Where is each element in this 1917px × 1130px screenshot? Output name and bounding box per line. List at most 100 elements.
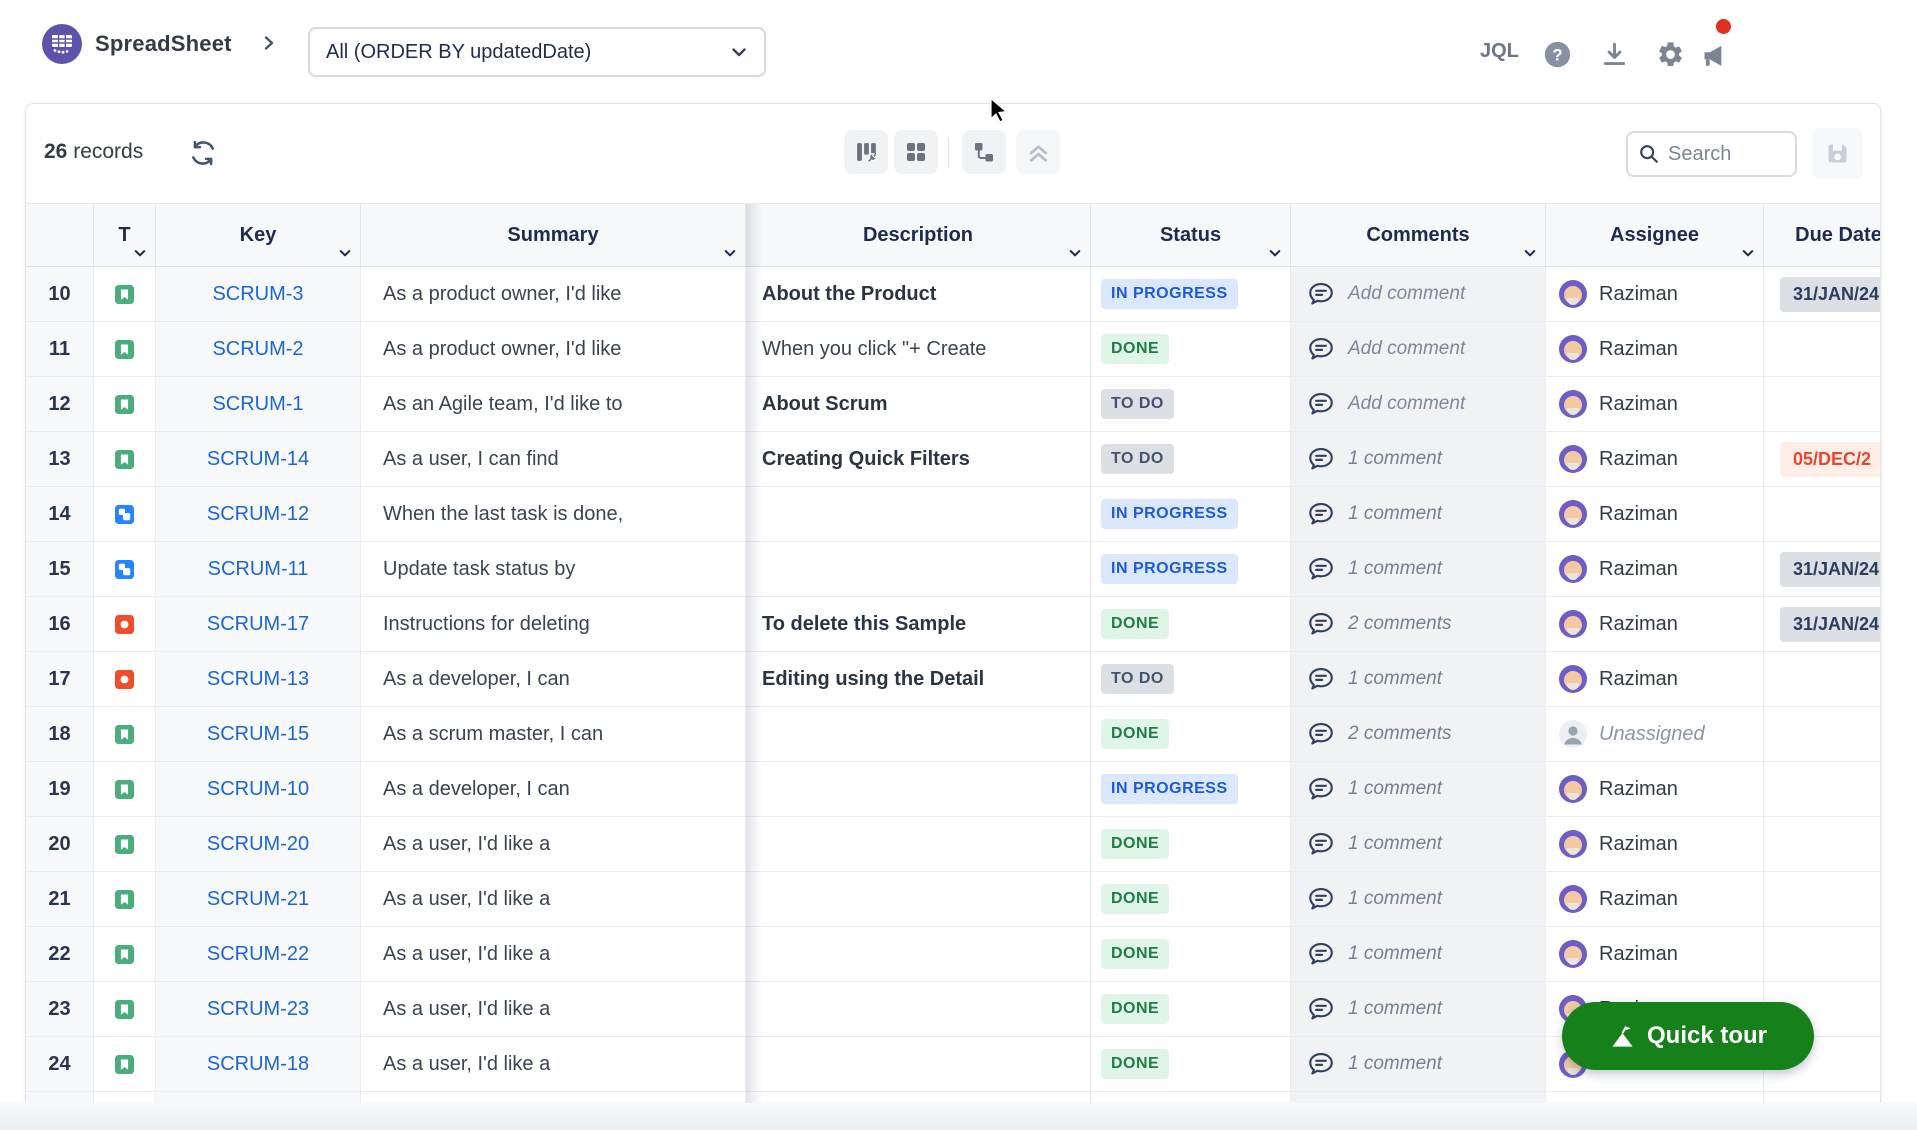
key-cell[interactable]: SCRUM-12: [156, 487, 361, 541]
assignee-cell[interactable]: Raziman: [1546, 817, 1764, 871]
chevron-down-icon[interactable]: [1741, 246, 1755, 260]
key-cell[interactable]: SCRUM-1: [156, 377, 361, 431]
type-cell[interactable]: [94, 597, 156, 651]
description-cell[interactable]: [746, 487, 1091, 541]
jql-button[interactable]: JQL: [1480, 40, 1519, 63]
summary-cell[interactable]: As an Agile team, I'd like to: [361, 377, 746, 431]
description-cell[interactable]: About the Product: [746, 267, 1091, 321]
status-badge[interactable]: DONE: [1101, 719, 1169, 749]
type-cell[interactable]: [94, 1092, 156, 1103]
type-cell[interactable]: [94, 817, 156, 871]
due-date-cell[interactable]: [1764, 322, 1881, 376]
hierarchy-view-button[interactable]: [962, 130, 1006, 174]
due-date-cell[interactable]: 05/DEC/2: [1764, 432, 1881, 486]
status-cell[interactable]: DONE: [1091, 322, 1291, 376]
type-cell[interactable]: [94, 322, 156, 376]
column-header-description[interactable]: Description: [746, 204, 1091, 266]
issue-key-link[interactable]: SCRUM-13: [207, 668, 309, 691]
description-cell[interactable]: When you click "+ Create: [746, 322, 1091, 376]
issue-key-link[interactable]: SCRUM-14: [207, 448, 309, 471]
status-badge[interactable]: TO DO: [1101, 664, 1174, 694]
status-badge[interactable]: DONE: [1101, 1049, 1169, 1079]
chevron-down-icon[interactable]: [723, 246, 737, 260]
description-cell[interactable]: [746, 762, 1091, 816]
due-date-cell[interactable]: [1764, 487, 1881, 541]
summary-cell[interactable]: As a product owner, I'd like: [361, 267, 746, 321]
filter-dropdown[interactable]: All (ORDER BY updatedDate): [308, 27, 766, 77]
key-cell[interactable]: SCRUM-10: [156, 762, 361, 816]
description-cell[interactable]: Creating Quick Filters: [746, 432, 1091, 486]
quick-tour-button[interactable]: Quick tour: [1562, 1002, 1814, 1070]
description-cell[interactable]: [746, 872, 1091, 926]
summary-cell[interactable]: As a scrum master, I can: [361, 707, 746, 761]
type-cell[interactable]: [94, 267, 156, 321]
status-badge[interactable]: TO DO: [1101, 444, 1174, 474]
chevron-down-icon[interactable]: [1268, 246, 1282, 260]
type-cell[interactable]: [94, 762, 156, 816]
comments-cell[interactable]: 1 comment: [1291, 542, 1546, 596]
description-cell[interactable]: Editing using the Detail: [746, 652, 1091, 706]
status-cell[interactable]: TO DO: [1091, 652, 1291, 706]
column-header-assignee[interactable]: Assignee: [1546, 204, 1764, 266]
status-badge[interactable]: DONE: [1101, 939, 1169, 969]
comments-cell[interactable]: 1 comment: [1291, 982, 1546, 1036]
comments-cell[interactable]: 1 comment: [1291, 432, 1546, 486]
gear-icon[interactable]: [1656, 40, 1685, 69]
status-cell[interactable]: DONE: [1091, 707, 1291, 761]
status-cell[interactable]: DONE: [1091, 1092, 1291, 1103]
summary-cell[interactable]: When the last task is done,: [361, 487, 746, 541]
megaphone-icon[interactable]: [1700, 40, 1731, 71]
issue-key-link[interactable]: SCRUM-1: [212, 393, 303, 416]
type-cell[interactable]: [94, 1037, 156, 1091]
type-cell[interactable]: [94, 432, 156, 486]
key-cell[interactable]: SCRUM-17: [156, 597, 361, 651]
status-badge[interactable]: TO DO: [1101, 389, 1174, 419]
due-date-cell[interactable]: [1764, 817, 1881, 871]
key-cell[interactable]: SCRUM-2: [156, 322, 361, 376]
status-badge[interactable]: DONE: [1101, 829, 1169, 859]
status-badge[interactable]: DONE: [1101, 334, 1169, 364]
description-cell[interactable]: About Scrum: [746, 377, 1091, 431]
help-icon[interactable]: ?: [1543, 40, 1572, 69]
type-cell[interactable]: [94, 487, 156, 541]
issue-key-link[interactable]: SCRUM-12: [207, 503, 309, 526]
key-cell[interactable]: SCRUM-19: [156, 1092, 361, 1103]
column-header-due-date[interactable]: Due Date: [1764, 204, 1881, 266]
summary-cell[interactable]: As a developer, I can: [361, 762, 746, 816]
type-cell[interactable]: [94, 927, 156, 981]
comments-cell[interactable]: 1 comment: [1291, 762, 1546, 816]
key-cell[interactable]: SCRUM-14: [156, 432, 361, 486]
summary-cell[interactable]: As a user, I'd like a: [361, 872, 746, 926]
save-button[interactable]: [1812, 128, 1863, 179]
summary-cell[interactable]: As a user, I'd like a: [361, 982, 746, 1036]
key-cell[interactable]: SCRUM-15: [156, 707, 361, 761]
issue-key-link[interactable]: SCRUM-3: [212, 283, 303, 306]
description-cell[interactable]: [746, 707, 1091, 761]
assignee-cell[interactable]: Raziman: [1546, 377, 1764, 431]
type-cell[interactable]: [94, 542, 156, 596]
comments-cell[interactable]: Add comment: [1291, 322, 1546, 376]
column-header-key[interactable]: Key: [156, 204, 361, 266]
status-badge[interactable]: DONE: [1101, 994, 1169, 1024]
issue-key-link[interactable]: SCRUM-10: [207, 778, 309, 801]
status-badge[interactable]: DONE: [1101, 884, 1169, 914]
key-cell[interactable]: SCRUM-13: [156, 652, 361, 706]
due-date-cell[interactable]: [1764, 652, 1881, 706]
status-cell[interactable]: IN PROGRESS: [1091, 267, 1291, 321]
status-badge[interactable]: IN PROGRESS: [1101, 774, 1238, 804]
issue-key-link[interactable]: SCRUM-21: [207, 888, 309, 911]
description-cell[interactable]: [746, 1092, 1091, 1103]
column-header-summary[interactable]: Summary: [361, 204, 746, 266]
type-cell[interactable]: [94, 707, 156, 761]
comments-cell[interactable]: 1 comment: [1291, 817, 1546, 871]
description-cell[interactable]: [746, 982, 1091, 1036]
assignee-cell[interactable]: Raziman: [1546, 267, 1764, 321]
summary-cell[interactable]: As a product owner, I'd like: [361, 322, 746, 376]
comments-cell[interactable]: Add comment: [1291, 377, 1546, 431]
refresh-icon[interactable]: [188, 138, 220, 170]
description-cell[interactable]: [746, 927, 1091, 981]
due-date-cell[interactable]: [1764, 762, 1881, 816]
assignee-cell[interactable]: Raziman: [1546, 927, 1764, 981]
status-badge[interactable]: DONE: [1101, 609, 1169, 639]
chevron-down-icon[interactable]: [1523, 246, 1537, 260]
